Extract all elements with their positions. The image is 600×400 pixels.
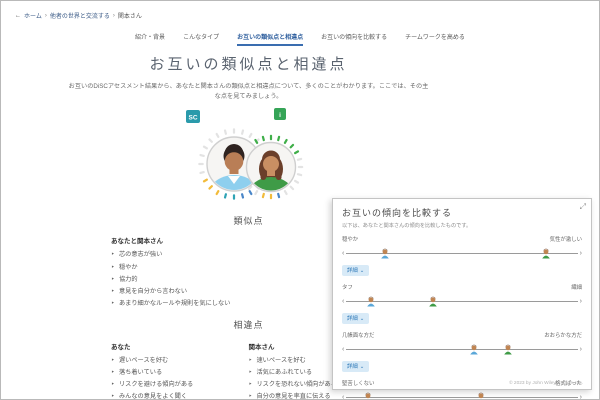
caret-down-icon: ⌄: [360, 268, 365, 274]
section-tabs: 紹介・背景 こんなタイプ お互いの類似点と相違点 お互いの傾向を比較する チーム…: [1, 32, 599, 46]
chevron-right-icon: ›: [580, 345, 582, 355]
tab-intro[interactable]: 紹介・背景: [135, 32, 165, 46]
tendency-slider: 穏やか 気性が激しい ‹ › 詳細⌄: [342, 235, 582, 277]
back-arrow-icon[interactable]: ←: [15, 13, 21, 19]
page-title: お互いの類似点と相違点: [61, 53, 436, 74]
you-marker: [366, 296, 375, 307]
details-toggle[interactable]: 詳細⌄: [342, 265, 369, 276]
caret-down-icon: ⌄: [360, 316, 365, 322]
slider-track: ‹ ›: [342, 393, 582, 400]
differences-you-list: 遅いペースを好む 落ち着いている リスクを避ける傾向がある みんなの意見をよく聞…: [111, 355, 249, 400]
panel-subtitle: 以下は、あなたと関本さんの傾向を比較したものです。: [342, 222, 582, 229]
partner-marker: [542, 248, 551, 259]
svg-text:i: i: [279, 112, 281, 119]
disc-badge-partner: i: [274, 108, 286, 120]
tendency-slider: 几帳面な方だ おおらかな方だ ‹ › 詳細⌄: [342, 331, 582, 373]
panel-title: お互いの傾向を比較する: [342, 206, 582, 219]
you-marker: [470, 344, 479, 355]
breadcrumb-home[interactable]: ホーム: [24, 11, 42, 20]
intro-text: お互いのDiSCアセスメント結果から、あなたと関本さんの類似点と相違点について、…: [69, 82, 429, 102]
chevron-right-icon: ›: [580, 297, 582, 307]
slider-left-label: 穏やか: [342, 235, 358, 243]
differences-you-label: あなた: [111, 341, 249, 351]
copyright-text: © 2023 by John Wiley & Sons, Inc.: [509, 381, 583, 386]
partner-marker: [477, 392, 486, 400]
chevron-right-icon: ›: [580, 393, 582, 400]
partner-marker: [429, 296, 438, 307]
slider-track: ‹ ›: [342, 345, 582, 355]
list-item: みんなの意見をよく聞く: [111, 391, 249, 400]
catalyst-comparison-page: ← ホーム › 他者の世界と交流する › 関本さん 紹介・背景 こんなタイプ お…: [0, 0, 600, 400]
chevron-left-icon: ‹: [342, 345, 344, 355]
you-marker: [364, 392, 373, 400]
tab-similarities-differences[interactable]: お互いの類似点と相違点: [237, 32, 303, 46]
tab-teamwork[interactable]: チームワークを高める: [405, 32, 465, 46]
expand-icon[interactable]: ⤢: [580, 202, 586, 212]
you-marker: [381, 248, 390, 259]
compare-tendencies-panel: お互いの傾向を比較する ⤢ 以下は、あなたと関本さんの傾向を比較したものです。 …: [332, 198, 592, 390]
slider-track: ‹ ›: [342, 249, 582, 259]
list-item: 落ち着いている: [111, 367, 249, 379]
breadcrumb-current: 関本さん: [118, 11, 142, 20]
list-item: リスクを避ける傾向がある: [111, 379, 249, 391]
slider-left-label: 几帳面な方だ: [342, 331, 374, 339]
slider-right-label: 気性が激しい: [550, 235, 582, 243]
partner-marker: [503, 344, 512, 355]
breadcrumb-section[interactable]: 他者の世界と交流する: [50, 11, 110, 20]
breadcrumb-separator: ›: [45, 13, 47, 19]
chevron-left-icon: ‹: [342, 297, 344, 307]
tab-style[interactable]: こんなタイプ: [183, 32, 219, 46]
caret-down-icon: ⌄: [360, 364, 365, 370]
details-toggle[interactable]: 詳細⌄: [342, 313, 369, 324]
differences-you-column: あなた 遅いペースを好む 落ち着いている リスクを避ける傾向がある みんなの意見…: [61, 333, 249, 400]
list-item: 遅いペースを好む: [111, 355, 249, 367]
slider-left-label: 堅苦しくない: [342, 379, 374, 387]
slider-track: ‹ ›: [342, 297, 582, 307]
svg-text:SC: SC: [188, 115, 197, 122]
breadcrumb: ← ホーム › 他者の世界と交流する › 関本さん: [15, 11, 142, 20]
chevron-left-icon: ‹: [342, 393, 344, 400]
slider-right-label: 繊細: [571, 283, 582, 291]
breadcrumb-separator: ›: [113, 13, 115, 19]
tab-compare-tendencies[interactable]: お互いの傾向を比較する: [321, 32, 387, 46]
avatar-pair-graphic: SC i: [174, 106, 324, 206]
tendency-slider: タフ 繊細 ‹ › 詳細⌄: [342, 283, 582, 325]
slider-right-label: おおらかな方だ: [544, 331, 582, 339]
chevron-right-icon: ›: [580, 249, 582, 259]
disc-badge-you: SC: [186, 110, 200, 123]
chevron-left-icon: ‹: [342, 249, 344, 259]
details-toggle[interactable]: 詳細⌄: [342, 361, 369, 372]
slider-left-label: タフ: [342, 283, 353, 291]
